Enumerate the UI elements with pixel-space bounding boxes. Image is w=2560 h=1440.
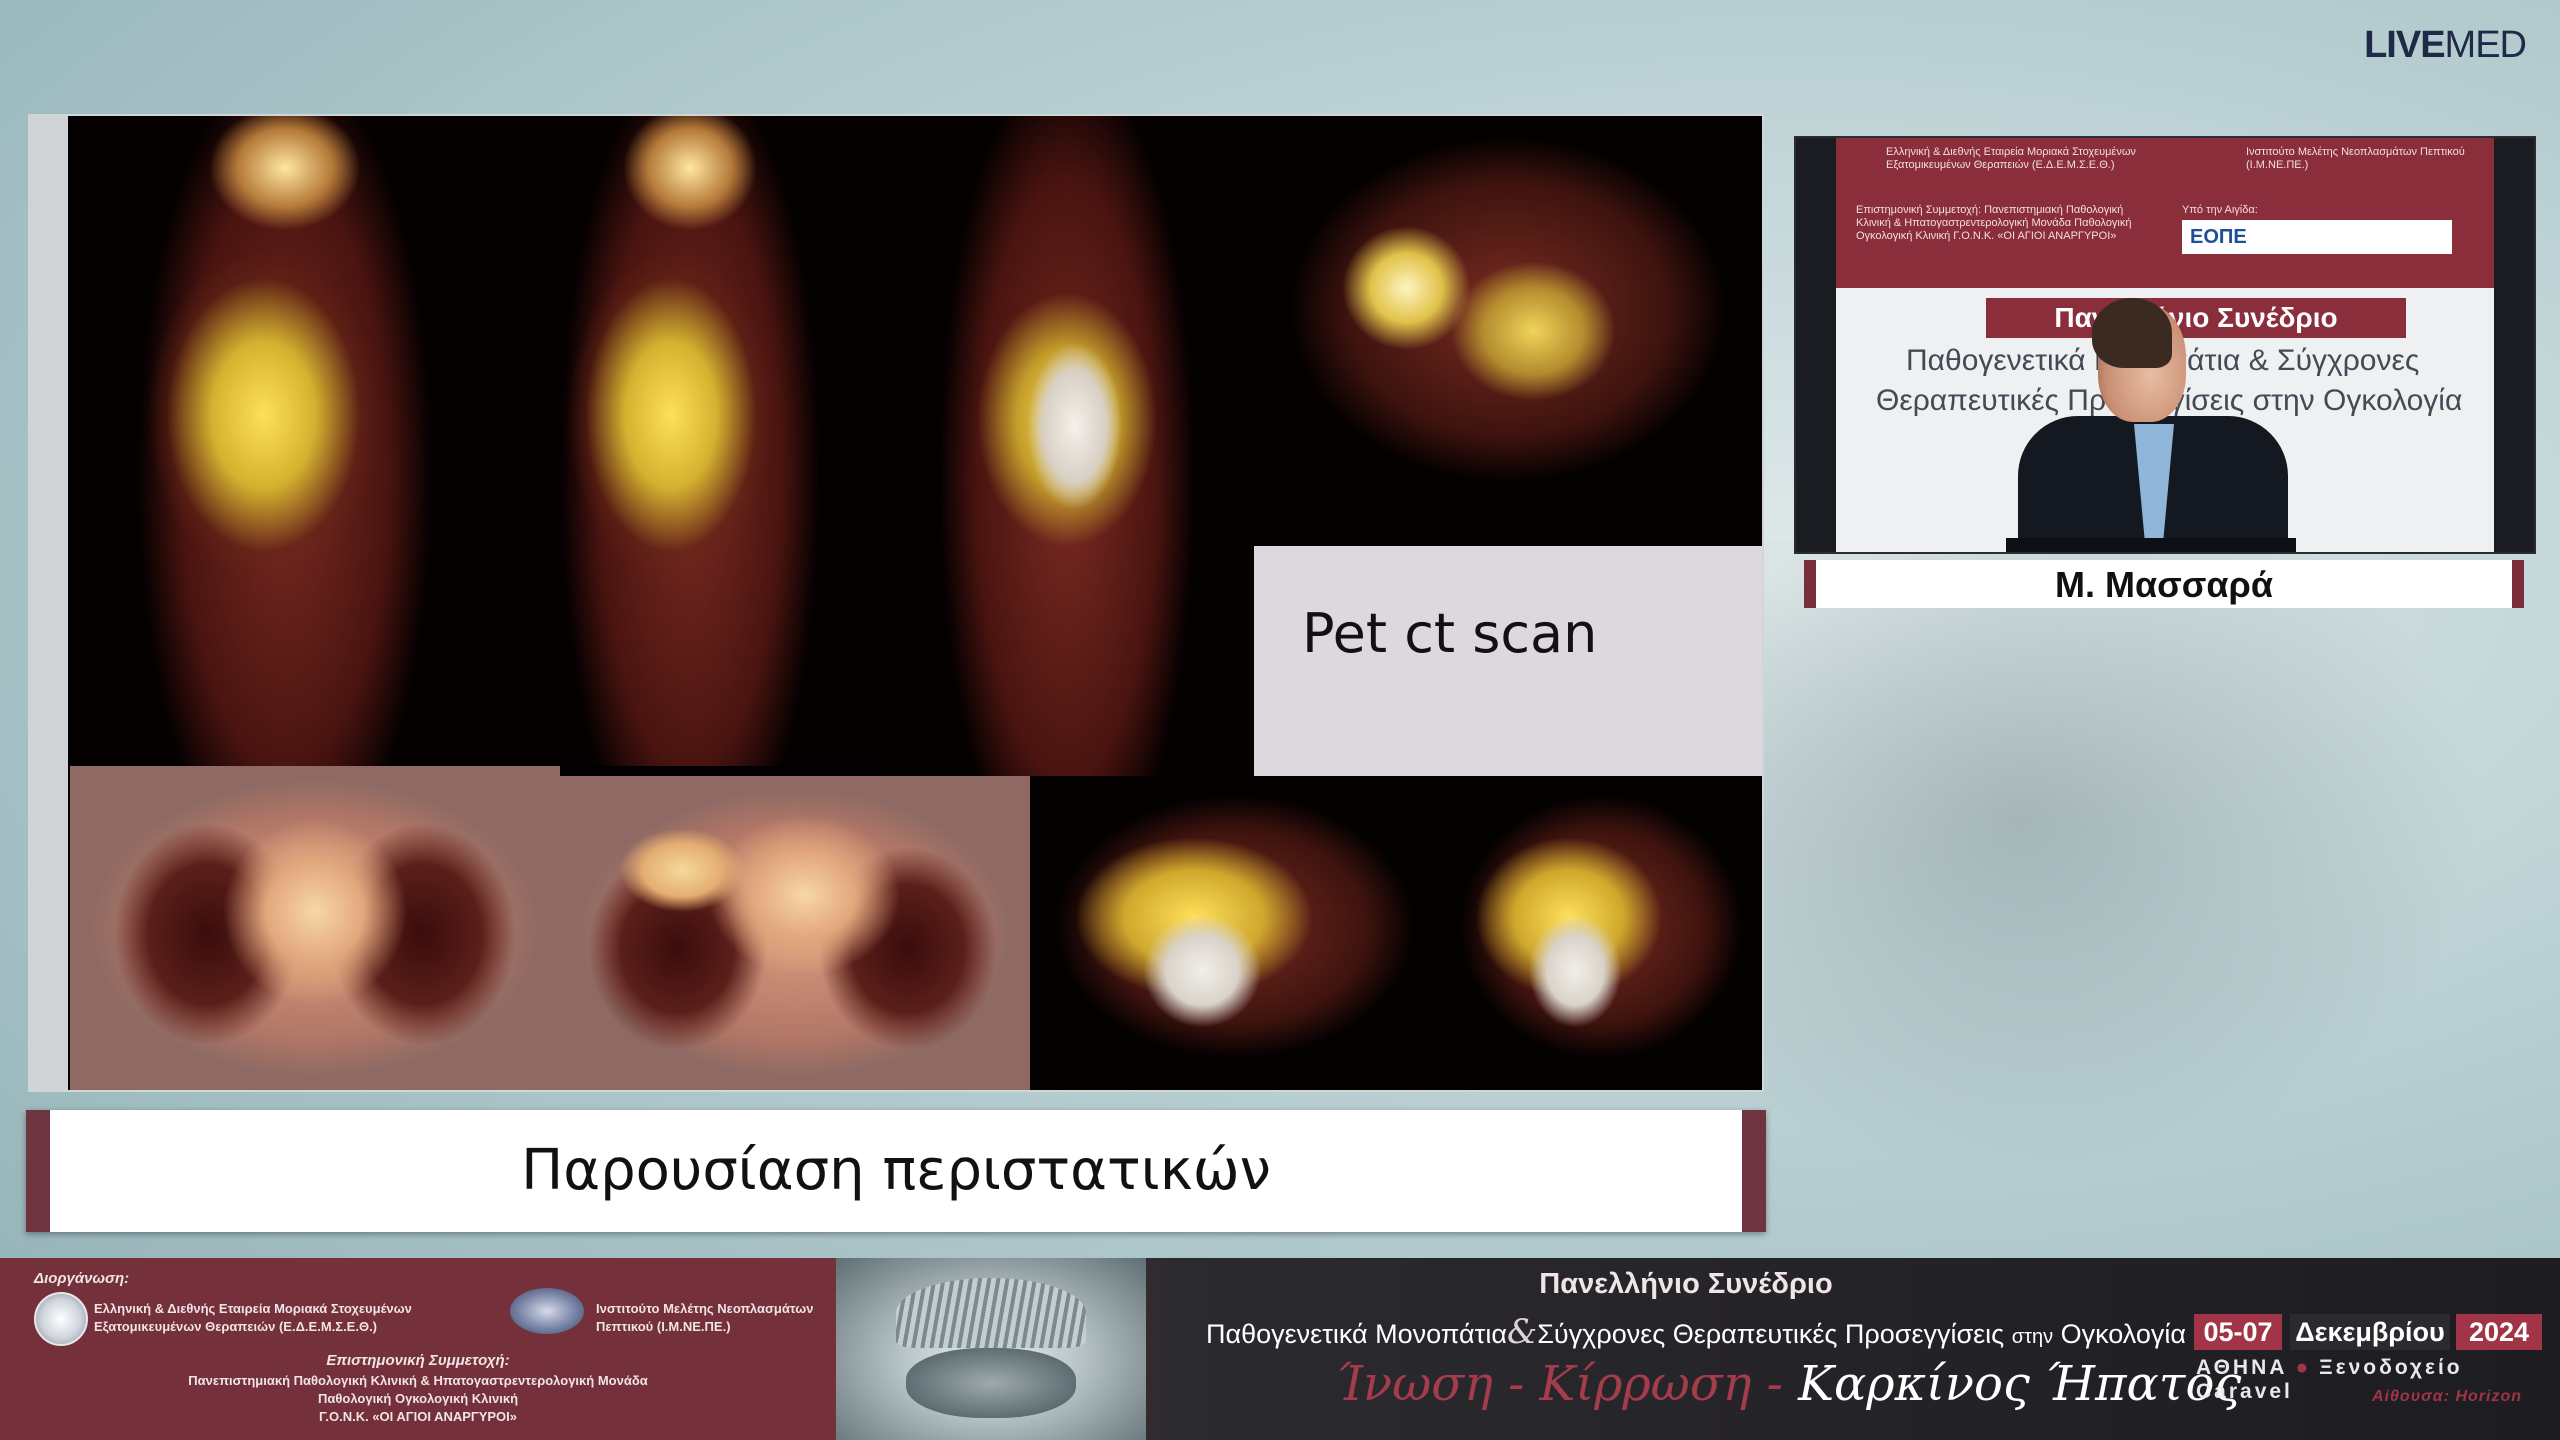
pet-scan-chest-2 <box>560 776 1030 1090</box>
pet-scan-axial-upper-abdomen <box>1254 116 1762 546</box>
eope-logo: ΕΟΠΕ <box>2182 220 2452 254</box>
subtitle-amp: & <box>1506 1312 1538 1352</box>
speaker-hair <box>2092 298 2172 368</box>
conference-name: Πανελλήνιο Συνέδριο <box>1539 1268 1833 1300</box>
organizer-1-line1: Ελληνική & Διεθνής Εταιρεία Μοριακά Στοχ… <box>94 1301 412 1316</box>
organizer-2-line1: Ινστιτούτο Μελέτης Νεοπλασμάτων <box>596 1301 814 1316</box>
location-city: ΑΘΗΝΑ <box>2196 1356 2288 1379</box>
pet-scan-coronal-3 <box>880 116 1254 776</box>
imnepe-logo-icon <box>510 1288 584 1334</box>
pet-scan-chest-1 <box>70 766 560 1090</box>
presentation-slide: Pet ct scan <box>28 114 1764 1092</box>
scientific-participation: Πανεπιστημιακή Παθολογική Κλινική & Ηπατ… <box>0 1372 836 1426</box>
stage-auspices: Υπό την Αιγίδα: <box>2182 204 2258 216</box>
speaker-figure <box>2018 298 2288 552</box>
presenter-video: Ελληνική & Διεθνής Εταιρεία Μοριακά Στοχ… <box>1794 136 2536 554</box>
organizers-panel: Διοργάνωση: Ελληνική & Διεθνής Εταιρεία … <box>0 1258 836 1440</box>
topic-part-a: Ίνωση - Κίρρωση - <box>1336 1356 1783 1412</box>
pet-ct-label-box: Pet ct scan <box>1254 546 1762 776</box>
subtitle-part-a: Παθογενετικά Μονοπάτια <box>1206 1319 1507 1349</box>
podium <box>2006 538 2296 552</box>
stage-org1: Ελληνική & Διεθνής Εταιρεία Μοριακά Στοχ… <box>1886 146 2136 171</box>
pet-scan-coronal-2 <box>500 116 880 766</box>
date-days: 05-07 <box>2194 1314 2282 1350</box>
logo-suffix: MED <box>2444 24 2527 66</box>
sketch-figure <box>906 1348 1076 1418</box>
bullet-icon: ● <box>2295 1356 2312 1379</box>
subtitle-small: στην <box>2011 1326 2054 1348</box>
organizers-heading: Διοργάνωση: <box>34 1270 130 1287</box>
pet-scan-coronal-1 <box>70 116 500 766</box>
stage-banner: Ελληνική & Διεθνής Εταιρεία Μοριακά Στοχ… <box>1836 138 2494 288</box>
scientific-line1: Πανεπιστημιακή Παθολογική Κλινική & Ηπατ… <box>188 1373 648 1388</box>
date-month: Δεκεμβρίου <box>2290 1314 2450 1350</box>
scientific-line3: Γ.Ο.Ν.Κ. «ΟΙ ΑΓΙΟΙ ΑΝΑΡΓΥΡΟΙ» <box>318 1409 518 1424</box>
slide-title-bar: Παρουσίαση περιστατικών <box>26 1110 1766 1232</box>
subtitle-part-c: Ογκολογία <box>2060 1319 2186 1349</box>
speaker-name: Μ. Μασσαρά <box>2055 564 2273 605</box>
scientific-line2: Παθολογική Ογκολογική Κλινική <box>317 1391 519 1406</box>
stage-sci: Επιστημονική Συμμετοχή: Πανεπιστημιακή Π… <box>1856 204 2132 242</box>
organizer-1: Ελληνική & Διεθνής Εταιρεία Μοριακά Στοχ… <box>94 1300 412 1336</box>
organizer-1-line2: Εξατομικευμένων Θεραπειών (Ε.Δ.Ε.Μ.Σ.Ε.Θ… <box>94 1319 378 1334</box>
subtitle-part-b: Σύγχρονες Θεραπευτικές Προσεγγίσεις <box>1537 1319 2005 1349</box>
conference-subtitle: Παθογενετικά Μονοπάτια&Σύγχρονες Θεραπευ… <box>1206 1312 2186 1352</box>
pet-scan-abdomen-2 <box>1440 776 1762 1090</box>
pet-scan-abdomen-1 <box>1030 776 1440 1090</box>
organizer-2-line2: Πεπτικού (Ι.Μ.ΝΕ.ΠΕ.) <box>596 1319 731 1334</box>
conference-topic: Ίνωση - Κίρρωση - Καρκίνος Ήπατος <box>1336 1356 2241 1412</box>
speaker-name-bar: Μ. Μασσαρά <box>1804 560 2524 608</box>
organizer-2: Ινστιτούτο Μελέτης Νεοπλασμάτων Πεπτικού… <box>596 1300 813 1336</box>
slide-margin <box>30 116 68 1090</box>
slide-title: Παρουσίαση περιστατικών <box>521 1138 1271 1203</box>
angel-sketch-image <box>836 1258 1146 1440</box>
stage-org2: Ινστιτούτο Μελέτης Νεοπλασμάτων Πεπτικού… <box>2246 146 2465 171</box>
scientific-heading: Επιστημονική Συμμετοχή: <box>326 1352 510 1369</box>
background-sketch <box>1660 540 2560 1240</box>
livemed-logo: LIVEMED <box>2364 24 2527 67</box>
sketch-wing <box>896 1278 1086 1348</box>
logo-prefix: LIVE <box>2364 24 2445 66</box>
date-year: 2024 <box>2456 1314 2542 1350</box>
conference-info: Πανελλήνιο Συνέδριο Παθογενετικά Μονοπάτ… <box>1146 1258 2560 1440</box>
pet-ct-label: Pet ct scan <box>1302 602 1598 665</box>
conference-banner: Διοργάνωση: Ελληνική & Διεθνής Εταιρεία … <box>0 1258 2560 1440</box>
edemseth-seal-icon <box>34 1292 88 1346</box>
conference-room: Αίθουσα: Horizon <box>2372 1388 2523 1405</box>
topic-part-b: Καρκίνος Ήπατος <box>1798 1356 2242 1412</box>
